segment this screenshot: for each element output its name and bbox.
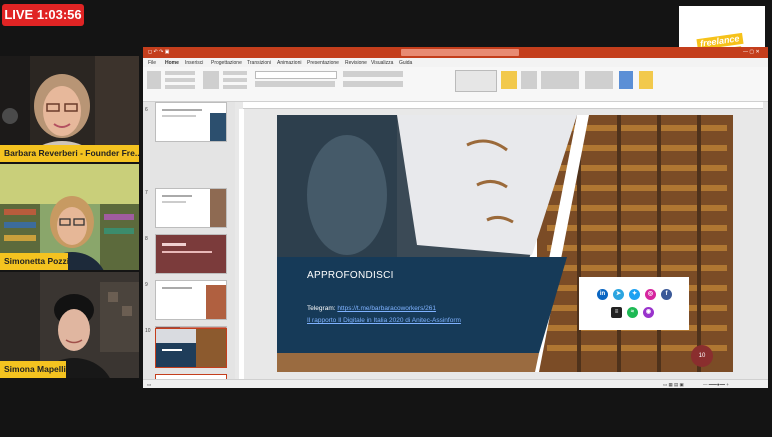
tab-animazioni[interactable]: Animazioni <box>277 60 301 66</box>
linkedin-icon[interactable]: in <box>597 289 608 300</box>
camera-tile-simonetta[interactable]: Simonetta Pozzi <box>0 164 139 270</box>
participant-name-label: Simona Mapelli <box>0 361 66 378</box>
search-box[interactable] <box>401 49 519 56</box>
tab-visualizza[interactable]: Visualizza <box>371 60 393 66</box>
horizontal-ruler <box>243 102 763 109</box>
tab-home[interactable]: Home <box>165 60 179 66</box>
new-slide-button[interactable] <box>203 71 219 89</box>
cut-button[interactable] <box>165 71 195 75</box>
ribbon-toolbar <box>143 67 768 102</box>
participant-name-label: Barbara Reverberi - Founder Fre... <box>0 145 139 162</box>
view-buttons[interactable]: ▭ ▦ ▤ ▣ <box>663 382 684 388</box>
slide-page-number: 10 <box>691 345 713 367</box>
instagram-icon[interactable]: ◎ <box>645 289 656 300</box>
slide-thumbnail[interactable] <box>155 234 227 274</box>
slide-thumbnail[interactable] <box>155 280 227 320</box>
section-button[interactable] <box>223 85 247 89</box>
design-ideas-button[interactable] <box>639 71 653 89</box>
live-timer-badge: LIVE 1:03:56 <box>2 4 84 26</box>
spotify-icon[interactable]: ≈ <box>627 307 638 318</box>
facebook-icon[interactable]: f <box>661 289 672 300</box>
camera-tile-barbara[interactable]: Barbara Reverberi - Founder Fre... <box>0 56 139 162</box>
font-style-buttons[interactable] <box>255 81 335 87</box>
quick-styles-button[interactable] <box>521 71 537 89</box>
slide-thumbnail-current-preview[interactable] <box>155 328 227 368</box>
slide-number: 10 <box>145 328 151 334</box>
editing-buttons[interactable] <box>585 71 613 89</box>
tab-file[interactable]: File <box>148 60 156 66</box>
social-icons-box: in ➤ ✦ ◎ f ≡ ≈ ◉ <box>579 277 689 330</box>
vertical-ruler <box>239 109 244 379</box>
copy-button[interactable] <box>165 78 195 82</box>
slide-thumbnail[interactable] <box>155 102 227 142</box>
dictate-button[interactable] <box>619 71 633 89</box>
format-painter-button[interactable] <box>165 85 195 89</box>
twitter-icon[interactable]: ✦ <box>629 289 640 300</box>
podcast-icon[interactable]: ◉ <box>643 307 654 318</box>
window-controls[interactable]: — ▢ ✕ <box>743 49 760 55</box>
tab-inserisci[interactable]: Inserisci <box>185 60 203 66</box>
layout-button[interactable] <box>223 71 247 75</box>
slide-title[interactable]: APPROFONDISCI <box>307 270 394 281</box>
slide-number: 6 <box>145 107 148 113</box>
ribbon-tabs: File Home Inserisci Progettazione Transi… <box>143 58 768 67</box>
title-bar: ◻ ↶ ↷ ▣ — ▢ ✕ <box>143 47 768 58</box>
slide-background-photos <box>277 115 733 372</box>
reset-button[interactable] <box>223 78 247 82</box>
telegram-label: Telegram: <box>307 305 338 312</box>
tab-progettazione[interactable]: Progettazione <box>211 60 242 66</box>
slide-number: 9 <box>145 282 148 288</box>
telegram-link[interactable]: https://t.me/barbaracoworkers/261 <box>337 305 436 312</box>
telegram-line[interactable]: Telegram: https://t.me/barbaracoworkers/… <box>307 305 436 312</box>
alignment-buttons[interactable] <box>343 81 403 87</box>
slide-number: 8 <box>145 236 148 242</box>
camera-tile-simona[interactable]: Simona Mapelli <box>0 272 139 378</box>
shapes-gallery[interactable] <box>455 70 497 92</box>
slide-canvas[interactable]: APPROFONDISCI Telegram: https://t.me/bar… <box>277 115 733 372</box>
paste-button[interactable] <box>147 71 161 89</box>
slide-thumbnail[interactable] <box>155 188 227 228</box>
deezer-icon[interactable]: ≡ <box>611 307 622 318</box>
telegram-icon[interactable]: ➤ <box>613 289 624 300</box>
status-bar: ▭ ▭ ▦ ▤ ▣ — ━━━●━━ + <box>143 379 768 388</box>
tab-revisione[interactable]: Revisione <box>345 60 367 66</box>
quick-access-toolbar[interactable]: ◻ ↶ ↷ ▣ <box>148 49 169 55</box>
tab-transizioni[interactable]: Transizioni <box>247 60 271 66</box>
tab-presentazione[interactable]: Presentazione <box>307 60 339 66</box>
arrange-button[interactable] <box>501 71 517 89</box>
slide-number: 7 <box>145 190 148 196</box>
slide-counter: ▭ <box>147 382 152 387</box>
tab-guida[interactable]: Guida <box>399 60 412 66</box>
participant-name-label: Simonetta Pozzi <box>0 253 68 270</box>
zoom-slider[interactable]: — ━━━●━━ + <box>703 382 729 388</box>
font-family-select[interactable] <box>255 71 337 79</box>
paragraph-buttons[interactable] <box>343 71 403 77</box>
shape-format-buttons[interactable] <box>541 71 579 89</box>
report-link[interactable]: Il rapporto Il Digitale in Italia 2020 d… <box>307 317 461 324</box>
